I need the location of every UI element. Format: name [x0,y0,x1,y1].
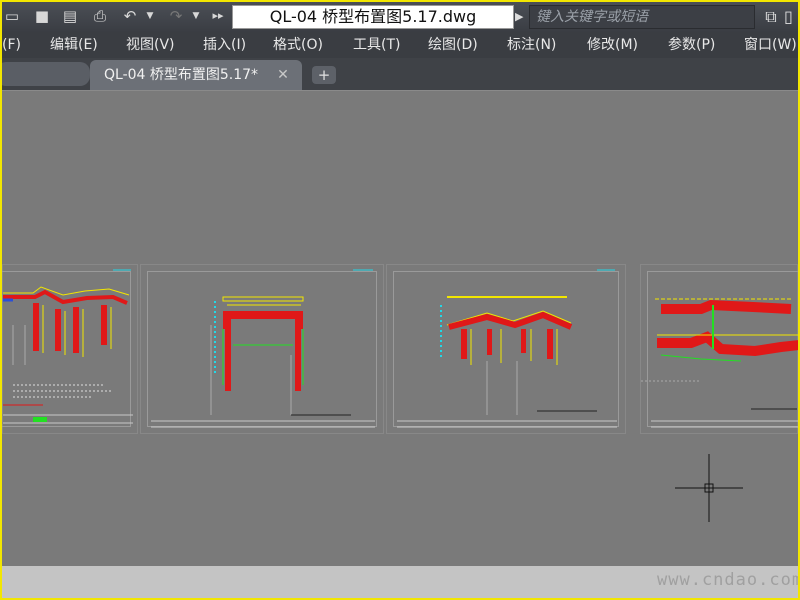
tab-label: QL-04 桥型布置图5.17* [104,67,259,83]
close-tab-icon[interactable]: ✕ [276,60,290,90]
save-as-icon[interactable]: ▤ [60,6,80,26]
binoculars-icon[interactable]: ⧉ [759,6,783,28]
new-tab-button[interactable]: + [312,66,336,84]
menu-insert[interactable]: 插入(I) [203,32,246,58]
open-icon[interactable]: ▭ [2,6,22,26]
bridge-plan-drawing [641,298,798,428]
menu-file[interactable]: (F) [2,32,21,58]
menu-tools[interactable]: 工具(T) [353,32,400,58]
save-icon[interactable]: ■ [32,6,52,26]
redo-dropdown-icon[interactable]: ▼ [190,6,202,26]
menu-dimension[interactable]: 标注(N) [507,32,556,58]
layout-sheet-1[interactable] [2,264,138,434]
redo-icon[interactable]: ↷ [166,6,186,26]
undo-icon[interactable]: ↶ [120,6,140,26]
menu-view[interactable]: 视图(V) [126,32,175,58]
bridge-elevation-drawing [3,269,133,424]
window-control-icon[interactable]: ▯ [784,6,798,28]
window-title: QL-04 桥型布置图5.17.dwg [232,5,514,29]
menu-modify[interactable]: 修改(M) [587,32,638,58]
document-tab-strip: QL-04 桥型布置图5.17* ✕ + [2,58,798,90]
undo-dropdown-icon[interactable]: ▼ [144,6,156,26]
watermark-text: www.cndao.com [657,570,800,590]
layout-sheet-3[interactable] [386,264,626,434]
tab-document-active[interactable]: QL-04 桥型布置图5.17* ✕ [90,60,302,90]
menu-format[interactable]: 格式(O) [273,32,323,58]
search-input[interactable]: 键入关键字或短语 [529,5,755,29]
menu-window[interactable]: 窗口(W) [744,32,797,58]
menu-draw[interactable]: 绘图(D) [428,32,478,58]
app-window: ▭ ■ ▤ ⎙ ↶ ▼ ↷ ▼ ▸▸ QL-04 桥型布置图5.17.dwg ▶… [0,0,800,600]
layout-sheet-4[interactable] [640,264,798,434]
layout-sheet-2[interactable] [140,264,384,434]
bridge-pier-elevation-drawing [397,269,617,428]
title-bar: ▭ ■ ▤ ⎙ ↶ ▼ ↷ ▼ ▸▸ QL-04 桥型布置图5.17.dwg ▶… [2,2,798,32]
menu-edit[interactable]: 编辑(E) [50,32,98,58]
search-expand-icon[interactable]: ▶ [515,8,527,26]
more-commands-icon[interactable]: ▸▸ [208,6,228,26]
bridge-cross-section-drawing [151,269,375,428]
tab-start[interactable] [2,62,90,86]
menu-parameters[interactable]: 参数(P) [668,32,715,58]
print-icon[interactable]: ⎙ [90,6,110,26]
menu-bar: (F) 编辑(E) 视图(V) 插入(I) 格式(O) 工具(T) 绘图(D) … [2,32,798,58]
